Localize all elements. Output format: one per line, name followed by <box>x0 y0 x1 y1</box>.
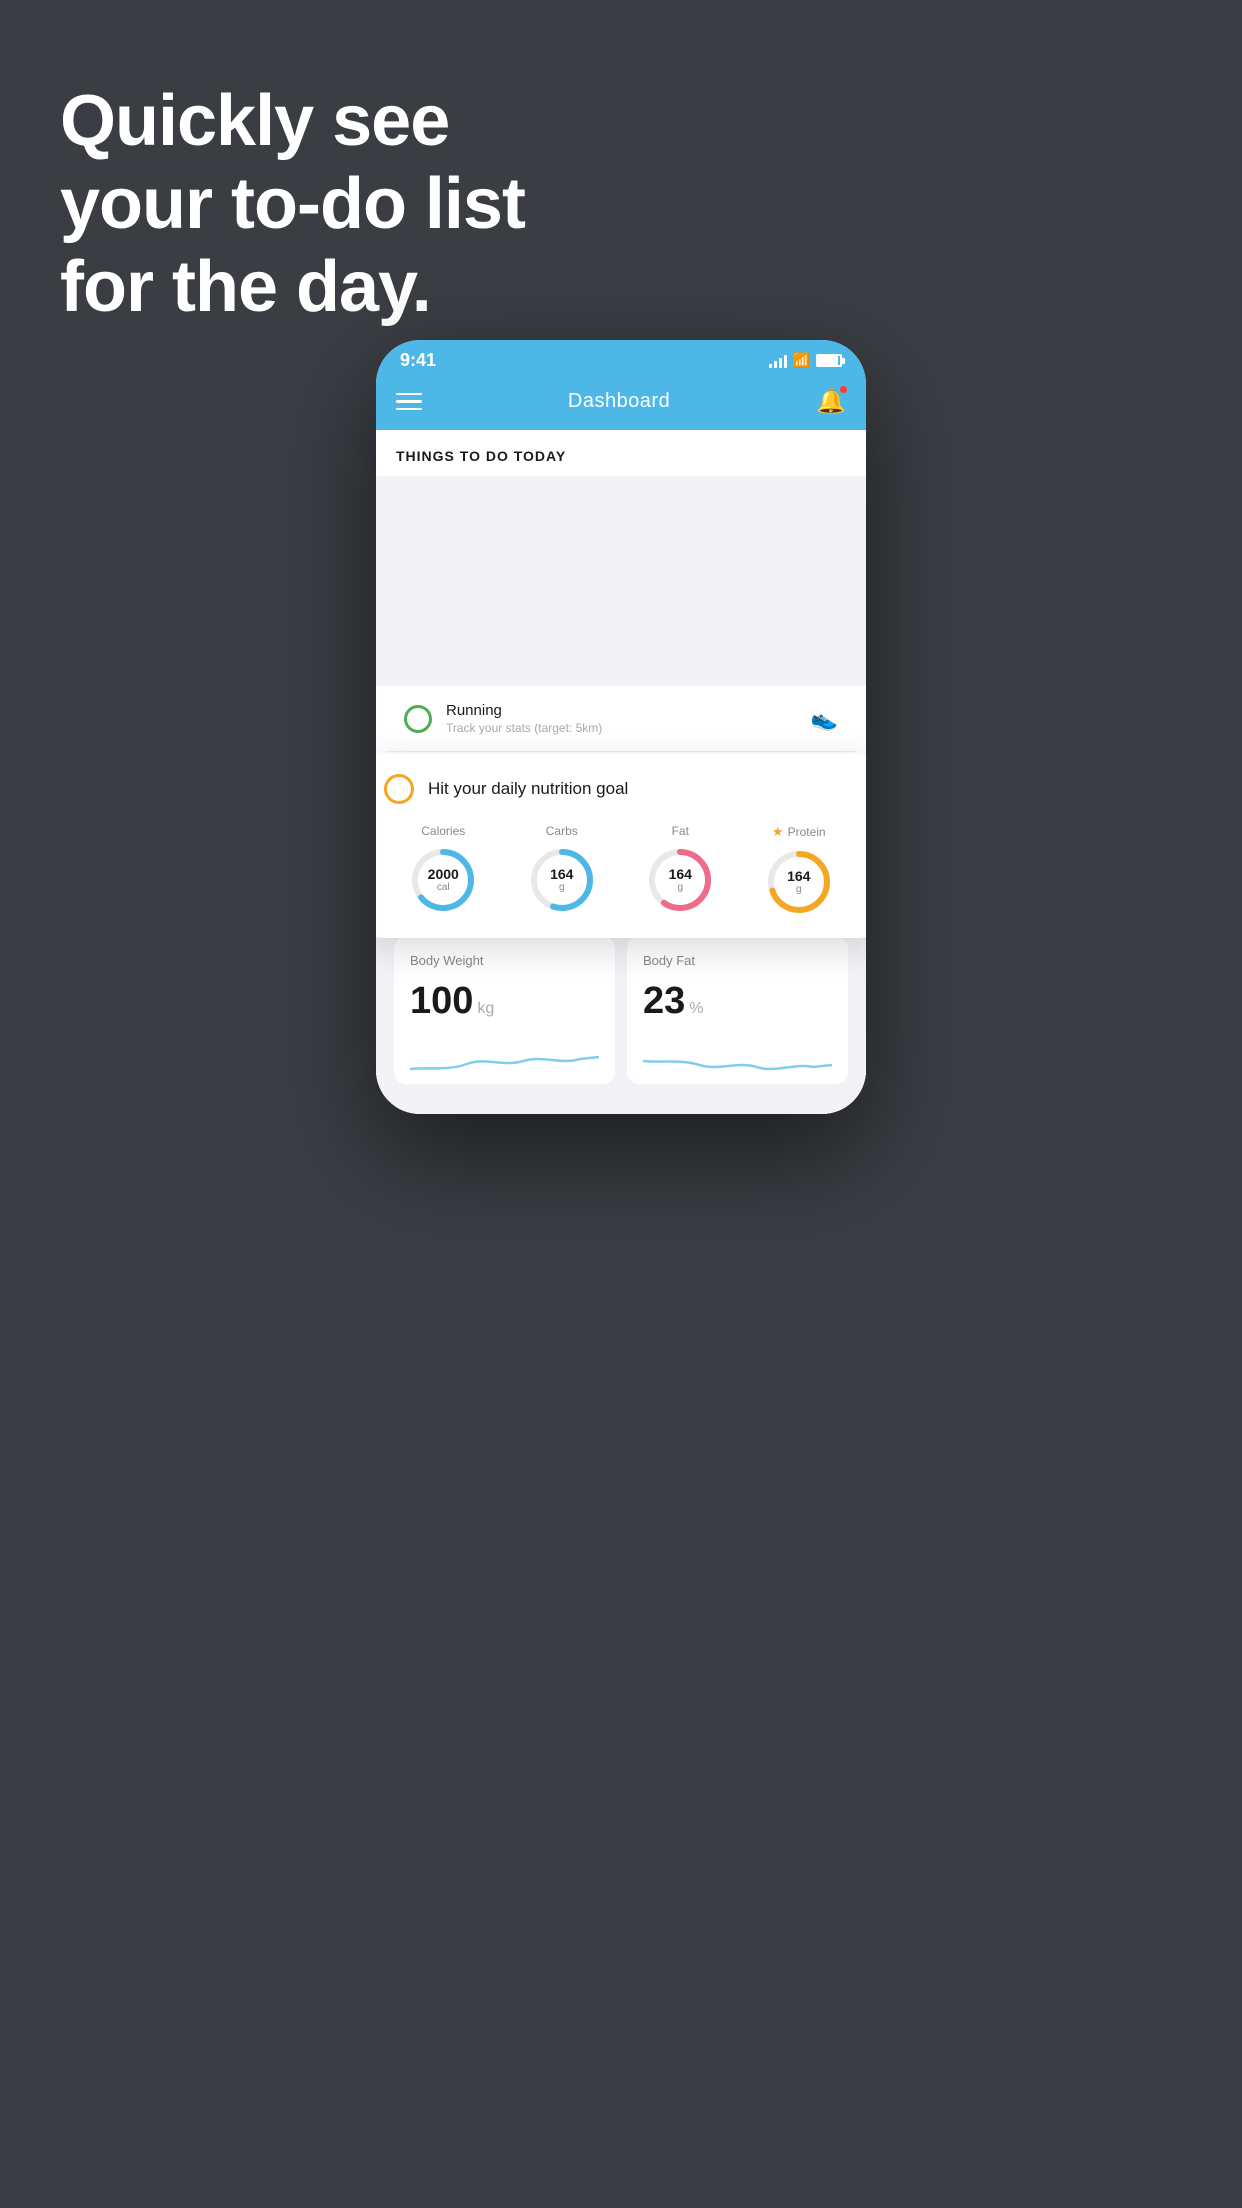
fat-chart: 164 g <box>644 844 716 916</box>
running-text: Running Track your stats (target: 5km) <box>446 702 797 735</box>
nutrition-circles: Calories 2000 cal <box>384 820 858 918</box>
body-fat-card[interactable]: Body Fat 23 % <box>627 937 848 1084</box>
fat-label: Fat <box>672 824 689 838</box>
body-fat-value-row: 23 % <box>643 980 832 1023</box>
running-subtitle: Track your stats (target: 5km) <box>446 721 797 735</box>
todo-item-running[interactable]: Running Track your stats (target: 5km) 👟 <box>386 686 856 752</box>
things-to-do-section: THINGS TO DO TODAY <box>376 430 866 476</box>
protein-unit: g <box>787 884 810 895</box>
fat-value: 164 <box>669 867 692 882</box>
body-weight-value-row: 100 kg <box>410 980 599 1023</box>
body-fat-chart <box>643 1039 832 1079</box>
hero-text: Quickly see your to-do list for the day. <box>60 80 525 328</box>
status-bar: 9:41 📶 <box>376 340 866 377</box>
carbs-chart: 164 g <box>526 844 598 916</box>
carbs-value-group: 164 g <box>550 867 573 893</box>
nutrition-protein: ★ Protein 164 g <box>763 824 835 918</box>
hamburger-line-3 <box>396 408 422 411</box>
nutrition-carbs: Carbs 164 g <box>526 824 598 916</box>
battery-icon <box>816 354 842 367</box>
fat-unit: g <box>669 882 692 893</box>
phone-mockup: 9:41 📶 Dashboard 🔔 <box>376 340 866 1114</box>
status-icons: 📶 <box>769 352 842 369</box>
body-weight-unit: kg <box>477 1000 494 1018</box>
app-content: THINGS TO DO TODAY Hit your daily nutrit… <box>376 430 866 1114</box>
nutrition-checkbox[interactable] <box>384 774 414 804</box>
carbs-unit: g <box>550 882 573 893</box>
notification-bell-button[interactable]: 🔔 <box>816 387 846 416</box>
nutrition-fat: Fat 164 g <box>644 824 716 916</box>
status-time: 9:41 <box>400 350 436 371</box>
protein-chart: 164 g <box>763 846 835 918</box>
hero-line3: for the day. <box>60 246 525 329</box>
nutrition-calories: Calories 2000 cal <box>407 824 479 916</box>
calories-value: 2000 <box>428 867 459 882</box>
body-weight-value: 100 <box>410 980 473 1023</box>
nutrition-card[interactable]: Hit your daily nutrition goal Calories 2 <box>376 754 866 938</box>
protein-label: ★ Protein <box>772 824 826 840</box>
calories-chart: 2000 cal <box>407 844 479 916</box>
things-to-do-title: THINGS TO DO TODAY <box>396 448 566 464</box>
signal-bar-2 <box>774 361 777 368</box>
carbs-label: Carbs <box>546 824 578 838</box>
calories-value-group: 2000 cal <box>428 867 459 893</box>
nutrition-card-header: Hit your daily nutrition goal <box>384 774 858 804</box>
hero-line1: Quickly see <box>60 80 525 163</box>
hamburger-line-2 <box>396 400 422 403</box>
wifi-icon: 📶 <box>793 352 810 369</box>
body-fat-unit: % <box>689 1000 703 1018</box>
body-weight-chart <box>410 1039 599 1079</box>
body-weight-card-title: Body Weight <box>410 953 599 968</box>
hamburger-menu-button[interactable] <box>396 393 422 411</box>
carbs-value: 164 <box>550 867 573 882</box>
hero-line2: your to-do list <box>60 163 525 246</box>
battery-fill <box>818 356 838 365</box>
signal-bar-1 <box>769 364 772 368</box>
body-fat-value: 23 <box>643 980 685 1023</box>
body-fat-card-title: Body Fat <box>643 953 832 968</box>
protein-value: 164 <box>787 869 810 884</box>
signal-bar-4 <box>784 355 787 368</box>
running-title: Running <box>446 702 797 719</box>
nav-title: Dashboard <box>568 390 670 413</box>
protein-star-icon: ★ <box>772 824 784 840</box>
progress-cards: Body Weight 100 kg Body Fat 23 % <box>394 937 848 1114</box>
protein-value-group: 164 g <box>787 869 810 895</box>
calories-label: Calories <box>421 824 465 838</box>
fat-value-group: 164 g <box>669 867 692 893</box>
hamburger-line-1 <box>396 393 422 396</box>
shoe-icon: 👟 <box>811 706 838 732</box>
running-checkbox[interactable] <box>404 705 432 733</box>
nav-bar: Dashboard 🔔 <box>376 377 866 430</box>
nutrition-card-title: Hit your daily nutrition goal <box>428 779 628 799</box>
signal-bar-3 <box>779 358 782 368</box>
calories-unit: cal <box>428 882 459 893</box>
body-weight-card[interactable]: Body Weight 100 kg <box>394 937 615 1084</box>
signal-bars-icon <box>769 354 787 368</box>
notification-dot <box>839 385 848 394</box>
